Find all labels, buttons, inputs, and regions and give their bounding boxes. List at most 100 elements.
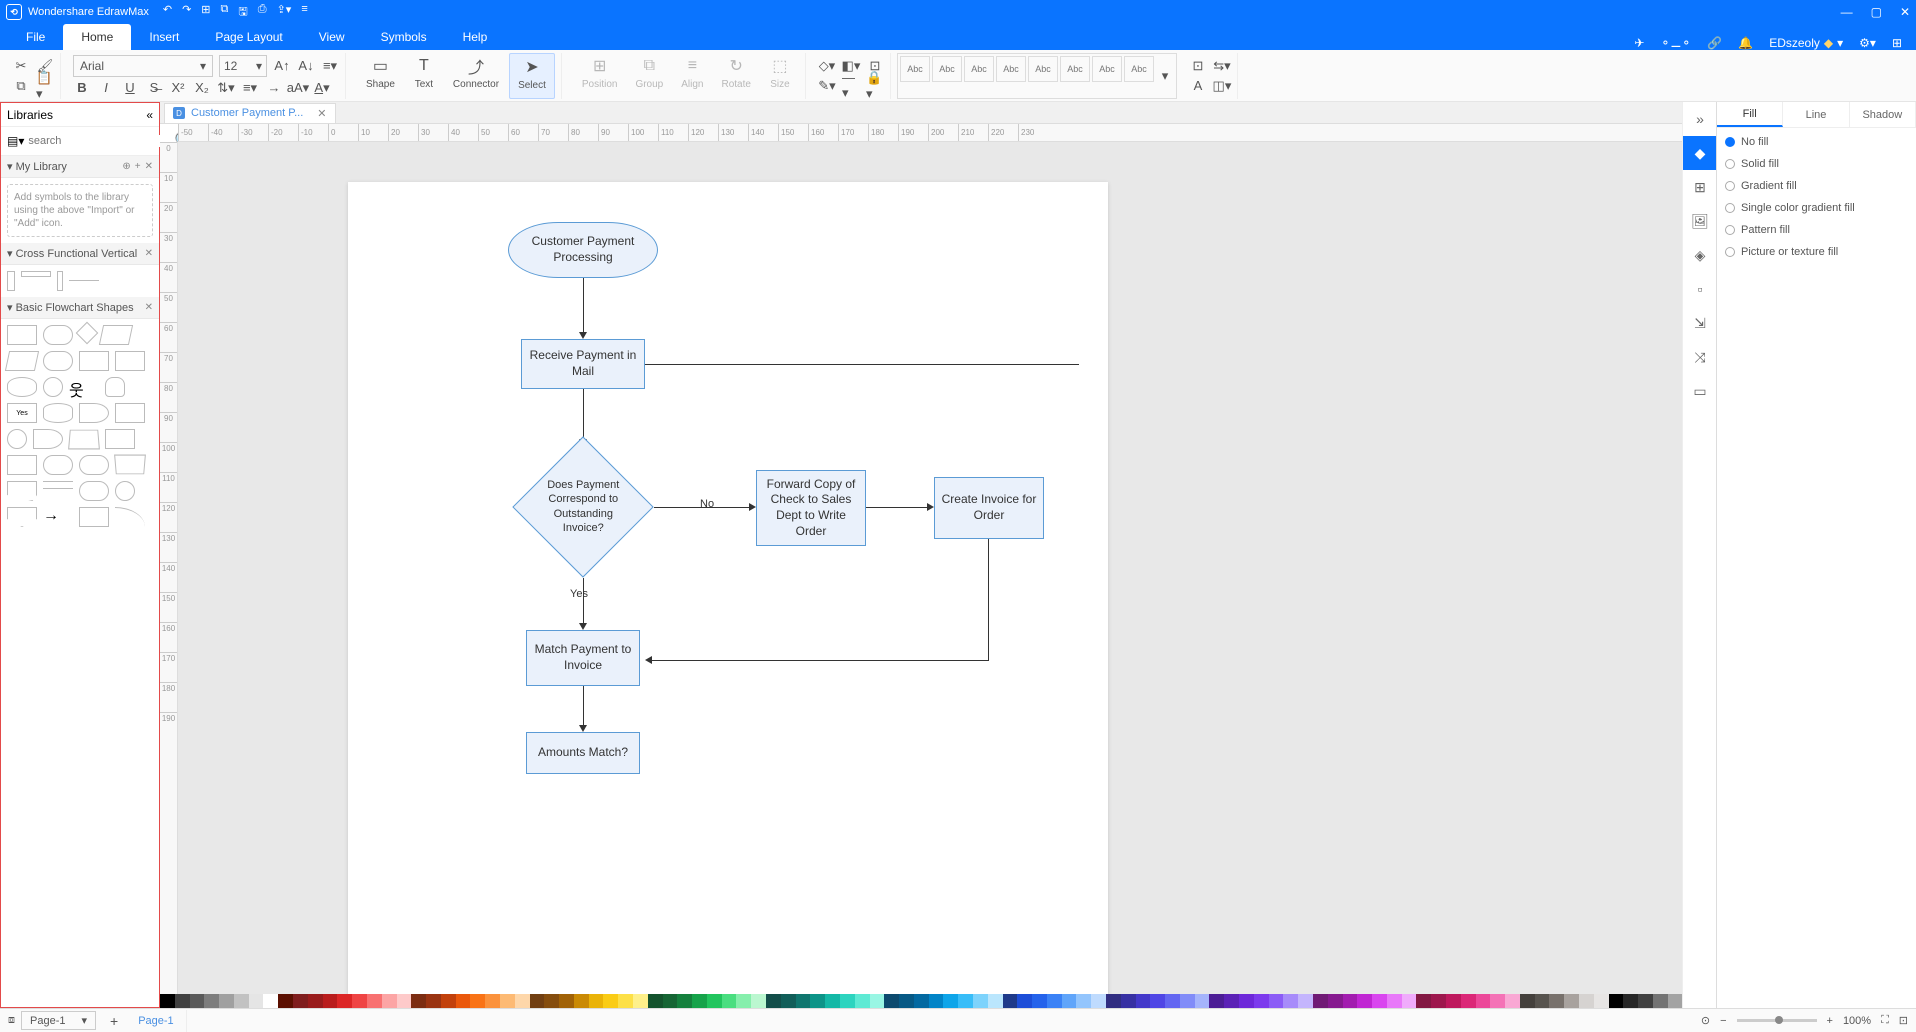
close-icon[interactable]: ✕ — [1900, 5, 1910, 19]
line-style-icon[interactable]: —▾ — [842, 77, 860, 95]
settings-icon[interactable]: ⚙▾ — [1859, 36, 1876, 50]
color-swatch[interactable] — [825, 994, 840, 1008]
indent-icon[interactable]: → — [265, 79, 283, 97]
color-swatch[interactable] — [677, 994, 692, 1008]
collapse-panel-icon[interactable]: « — [146, 108, 153, 122]
color-swatch[interactable] — [1549, 994, 1564, 1008]
color-swatch[interactable] — [1328, 994, 1343, 1008]
strikethrough-icon[interactable]: S̶ — [145, 79, 163, 97]
user-menu[interactable]: EDszeoly◆▾ — [1769, 36, 1843, 50]
color-swatch[interactable] — [870, 994, 885, 1008]
fullscreen-icon[interactable]: ⊡ — [1899, 1014, 1908, 1027]
bf-16[interactable] — [115, 403, 145, 423]
color-swatch[interactable] — [1431, 994, 1446, 1008]
color-swatch[interactable] — [367, 994, 382, 1008]
color-swatch[interactable] — [1372, 994, 1387, 1008]
bf-10[interactable] — [43, 377, 63, 397]
zoom-out-icon[interactable]: − — [1720, 1015, 1726, 1027]
color-swatch[interactable] — [530, 994, 545, 1008]
bf-26[interactable] — [43, 481, 73, 489]
color-swatch[interactable] — [1298, 994, 1313, 1008]
color-swatch[interactable] — [1416, 994, 1431, 1008]
color-swatch[interactable] — [1091, 994, 1106, 1008]
lock-icon[interactable]: 🔒▾ — [866, 77, 884, 95]
color-swatch[interactable] — [323, 994, 338, 1008]
color-swatch[interactable] — [1461, 994, 1476, 1008]
color-swatch[interactable] — [1623, 994, 1638, 1008]
shape-button[interactable]: ▭Shape — [358, 53, 403, 99]
page-fit-icon[interactable]: ⊡ — [1189, 57, 1207, 75]
superscript-icon[interactable]: X² — [169, 79, 187, 97]
color-swatch[interactable] — [234, 994, 249, 1008]
color-swatch[interactable] — [914, 994, 929, 1008]
style-6[interactable]: Abc — [1060, 56, 1090, 82]
add-page-icon[interactable]: + — [102, 1013, 126, 1029]
fill-opt-gradient[interactable]: Gradient fill — [1725, 180, 1908, 192]
color-swatch[interactable] — [589, 994, 604, 1008]
link-icon[interactable]: 🔗 — [1707, 36, 1722, 50]
color-swatch[interactable] — [1180, 994, 1195, 1008]
case-icon[interactable]: aA▾ — [289, 79, 307, 97]
share-icon[interactable]: ⚬⚊⚬ — [1660, 36, 1691, 50]
maximize-icon[interactable]: ▢ — [1871, 5, 1882, 19]
color-swatch[interactable] — [1653, 994, 1668, 1008]
color-swatch[interactable] — [958, 994, 973, 1008]
bf-31[interactable] — [79, 507, 109, 527]
color-swatch[interactable] — [1505, 994, 1520, 1008]
color-swatch[interactable] — [810, 994, 825, 1008]
text-spacing-icon[interactable]: ⇅▾ — [217, 79, 235, 97]
shuffle-icon[interactable]: ⤨ — [1683, 340, 1717, 374]
bf-23[interactable] — [79, 455, 109, 475]
style-7[interactable]: Abc — [1092, 56, 1122, 82]
color-swatch[interactable] — [1136, 994, 1151, 1008]
color-swatch[interactable] — [1357, 994, 1372, 1008]
tab-help[interactable]: Help — [445, 24, 506, 50]
tab-file[interactable]: File — [8, 24, 63, 50]
save-icon[interactable]: 🖫 — [238, 3, 247, 22]
bf-11[interactable]: 웃 — [69, 377, 99, 397]
color-swatch[interactable] — [722, 994, 737, 1008]
color-swatch[interactable] — [1032, 994, 1047, 1008]
color-swatch[interactable] — [1490, 994, 1505, 1008]
page-settings-icon[interactable]: ▫ — [1683, 272, 1717, 306]
shadow-tab[interactable]: Shadow — [1850, 102, 1916, 127]
bf-17[interactable] — [7, 429, 27, 449]
color-swatch[interactable] — [1017, 994, 1032, 1008]
color-swatch[interactable] — [1668, 994, 1683, 1008]
color-swatch[interactable] — [544, 994, 559, 1008]
search-input[interactable] — [28, 135, 170, 147]
bf-29[interactable] — [7, 507, 37, 527]
page[interactable]: Customer Payment Processing Receive Paym… — [348, 182, 1108, 1008]
color-swatch[interactable] — [1343, 994, 1358, 1008]
bf-27[interactable] — [79, 481, 109, 501]
bf-12[interactable] — [105, 377, 125, 397]
style-3[interactable]: Abc — [964, 56, 994, 82]
color-swatch[interactable] — [1609, 994, 1624, 1008]
fill-shape-icon[interactable]: ◆ — [1683, 136, 1717, 170]
color-swatch[interactable] — [1165, 994, 1180, 1008]
tab-symbols[interactable]: Symbols — [363, 24, 445, 50]
color-swatch[interactable] — [796, 994, 811, 1008]
bf-process[interactable] — [7, 325, 37, 345]
color-swatch[interactable] — [1076, 994, 1091, 1008]
close-cf-icon[interactable]: ✕ — [145, 248, 153, 259]
fill-opt-pattern[interactable]: Pattern fill — [1725, 224, 1908, 236]
font-selector[interactable]: Arial▾ — [73, 55, 213, 77]
present-icon[interactable]: ▭ — [1683, 374, 1717, 408]
find-icon[interactable]: A — [1189, 77, 1207, 95]
color-swatch[interactable] — [308, 994, 323, 1008]
bf-21[interactable] — [7, 455, 37, 475]
color-swatch[interactable] — [1047, 994, 1062, 1008]
color-swatch[interactable] — [751, 994, 766, 1008]
color-swatch[interactable] — [1564, 994, 1579, 1008]
color-bar[interactable] — [160, 994, 1682, 1008]
bf-15[interactable] — [79, 403, 109, 423]
my-library-header[interactable]: ▾ My Library — [7, 160, 67, 173]
color-swatch[interactable] — [603, 994, 618, 1008]
color-swatch[interactable] — [470, 994, 485, 1008]
color-swatch[interactable] — [618, 994, 633, 1008]
color-swatch[interactable] — [633, 994, 648, 1008]
cf-shape-2[interactable] — [21, 271, 51, 277]
color-swatch[interactable] — [1150, 994, 1165, 1008]
print-icon[interactable]: ⎙ — [258, 3, 267, 22]
